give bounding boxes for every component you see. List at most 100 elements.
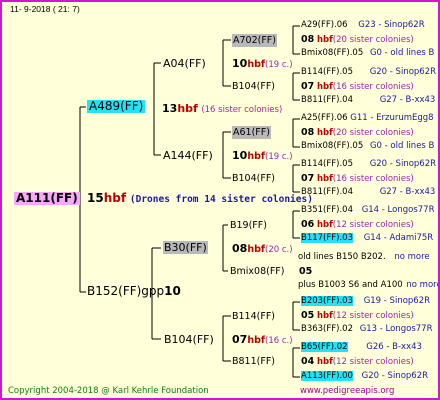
g4-row[interactable]: B811(FF).04 G27 - B-xx43	[301, 186, 435, 199]
note: (19 c.)	[265, 152, 293, 162]
gen2-a144[interactable]: A144(FF)	[163, 149, 213, 162]
g4-drones: 08 hbf(20 sister colonies)	[301, 126, 414, 140]
note: (12 sister colonies)	[332, 311, 414, 321]
g4-info: G27 - B-xx43	[379, 187, 436, 197]
g4-name: B363(FF).02	[301, 324, 353, 334]
g4-drones: 05 hbf(12 sister colonies)	[301, 309, 414, 323]
note: (16 c.)	[265, 336, 293, 346]
g4-info: G14 - Adami75R	[363, 233, 434, 243]
gen2-a04-drones: 13hbf (16 sister colonies)	[162, 102, 282, 117]
g4-row[interactable]: B114(FF).05 G20 - Sinop62R	[301, 158, 436, 171]
g4-name: plus B1003 S6 and A100	[298, 280, 403, 290]
g4-name: B351(FF).04	[301, 205, 353, 215]
g4-row[interactable]: B114(FF).05 G20 - Sinop62R	[301, 66, 436, 79]
g4-drones: 08 hbf(20 sister colonies)	[301, 33, 414, 47]
note: (12 sister colonies)	[332, 220, 414, 230]
g4-row: old lines B150 B202. no more	[298, 251, 430, 264]
count: 07	[232, 333, 248, 346]
gen3-b811[interactable]: B811(FF)	[232, 355, 275, 368]
hbf-label: hbf	[247, 151, 266, 162]
hbf-label: hbf	[177, 102, 198, 115]
footer-site-link[interactable]: www.pedigreeapis.org	[300, 385, 394, 398]
hbf-label: hbf	[316, 174, 333, 184]
note: (20 sister colonies)	[332, 35, 414, 45]
count: 06	[301, 219, 315, 230]
pedigree-frame: { "header": {"date": "11- 9-2018 ( 21: 7…	[0, 0, 440, 400]
g4-row[interactable]: Bmix08(FF).05 G0 - old lines B	[301, 140, 434, 153]
note: (16 sister colonies)	[332, 82, 414, 92]
g4-row[interactable]: A25(FF).06 G11 - ErzurumEgg8	[301, 112, 434, 125]
g4-info: G26 - B-xx43	[366, 342, 422, 352]
drone-note: (Drones from 14 sister colonies)	[129, 194, 313, 205]
gen3-a702[interactable]: A702(FF)	[232, 34, 277, 47]
g4-name: A25(FF).06	[301, 113, 348, 123]
date-stamp: 11- 9-2018 ( 21: 7)	[10, 4, 80, 14]
count: 10	[232, 149, 248, 162]
note: (16 sister colonies)	[201, 105, 283, 115]
gen1-lower[interactable]: B152(FF)gpp10	[87, 285, 181, 298]
gen3-bmix08[interactable]: Bmix08(FF)	[230, 265, 284, 278]
g4-row[interactable]: B811(FF).04 G27 - B-xx43	[301, 94, 435, 107]
hbf-label: hbf	[247, 59, 266, 70]
root-queen[interactable]: A111(FF)	[14, 192, 80, 205]
gen2-a04[interactable]: A04(FF)	[163, 57, 206, 70]
count: 10	[232, 57, 248, 70]
g4-row[interactable]: B203(FF).03 G19 - Sinop62R	[301, 295, 430, 308]
g4-row[interactable]: B117(FF).03 G14 - Adami75R	[301, 232, 433, 245]
g4-info: G0 - old lines B	[369, 141, 435, 151]
g4-drones: 07 hbf(16 sister colonies)	[301, 80, 414, 94]
note: (12 sister colonies)	[332, 357, 414, 367]
g4-name: B203(FF).03	[301, 296, 353, 306]
count: 05	[299, 266, 313, 277]
g4-row: plus B1003 S6 and A100 no more	[298, 279, 440, 292]
root-drone-info: 15hbf (Drones from 14 sister colonies)	[87, 192, 313, 206]
gen3-a61-drones: 10hbf(19 c.)	[232, 149, 293, 164]
g4-row[interactable]: B363(FF).02 G13 - Longos77R	[301, 323, 432, 336]
hbf-label: hbf	[247, 244, 266, 255]
g4-info: G11 - ErzurumEgg8	[350, 113, 434, 123]
g4-row[interactable]: B351(FF).04 G14 - Longos77R	[301, 204, 434, 217]
gen3-b104-a[interactable]: B104(FF)	[232, 80, 275, 93]
gen3-b104-b[interactable]: B104(FF)	[232, 172, 275, 185]
count: 08	[301, 127, 315, 138]
g4-name: B811(FF).04	[301, 95, 353, 105]
hbf-label: hbf	[316, 311, 333, 321]
gen1-lower-num: 10	[164, 284, 181, 298]
hbf-label: hbf	[316, 357, 333, 367]
g4-info: G0 - old lines B	[369, 48, 435, 58]
gen3-b114[interactable]: B114(FF)	[232, 310, 275, 323]
gen2-b104[interactable]: B104(FF)	[164, 333, 214, 346]
gen1-lower-name: B152(FF)gpp	[87, 284, 165, 298]
hbf-label: hbf	[316, 128, 333, 138]
g4-name: B114(FF).05	[301, 159, 353, 169]
g4-name: A29(FF).06	[301, 20, 348, 30]
gen3-b104-drones: 07hbf(16 c.)	[232, 333, 293, 348]
gen1-upper[interactable]: A489(FF)	[87, 100, 146, 113]
g4-row[interactable]: B65(FF).02 G26 - B-xx43	[301, 341, 422, 354]
gen3-b19[interactable]: B19(FF)	[230, 219, 267, 232]
gen3-b30-drones: 08hbf(20 c.)	[232, 242, 293, 257]
g4-drones: 07 hbf(16 sister colonies)	[301, 172, 414, 186]
g4-row[interactable]: A113(FF).00 G20 - Sinop62R	[301, 370, 428, 383]
g4-info: no more	[394, 252, 430, 262]
hbf-label: hbf	[247, 335, 266, 346]
g4-drones: 06 hbf(12 sister colonies)	[301, 218, 414, 232]
g4-info: G14 - Longos77R	[361, 205, 435, 215]
g4-info: G13 - Longos77R	[359, 324, 433, 334]
g4-info: no more	[406, 280, 440, 290]
g4-name: B65(FF).02	[301, 342, 348, 352]
bmix08-drones: 05	[299, 265, 312, 279]
count: 07	[301, 81, 315, 92]
g4-name: Bmix08(FF).05	[301, 48, 364, 58]
count: 13	[162, 102, 178, 115]
count: 08	[232, 242, 248, 255]
g4-row[interactable]: Bmix08(FF).05 G0 - old lines B	[301, 47, 434, 60]
gen3-a61[interactable]: A61(FF)	[232, 126, 271, 139]
g4-name: B114(FF).05	[301, 67, 353, 77]
g4-info: G23 - Sinop62R	[358, 20, 425, 30]
gen3-a702-drones: 10hbf(19 c.)	[232, 57, 293, 72]
g4-row[interactable]: A29(FF).06 G23 - Sinop62R	[301, 19, 425, 32]
g4-info: G20 - Sinop62R	[369, 67, 437, 77]
gen2-b30[interactable]: B30(FF)	[163, 241, 208, 254]
count: 08	[301, 34, 315, 45]
